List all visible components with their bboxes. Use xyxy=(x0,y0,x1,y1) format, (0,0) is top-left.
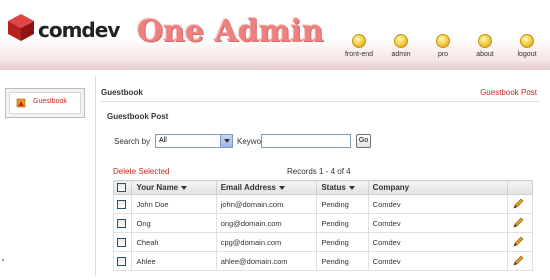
row-checkbox[interactable] xyxy=(117,237,126,247)
sidebar-item-inner: Guestbook xyxy=(9,92,81,114)
row-select-cell xyxy=(112,194,133,214)
column-email[interactable]: Email Address xyxy=(215,180,318,195)
row-checkbox[interactable] xyxy=(117,256,126,266)
cell-status: Pending xyxy=(316,251,369,271)
header-stripe xyxy=(0,62,550,70)
table-row: Ong ong@domain.com Pending Comdev xyxy=(112,213,533,233)
select-all-cell xyxy=(112,180,133,195)
row-select-cell xyxy=(112,232,133,252)
table-row: Ahlee ahlee@domain.com Pending Comdev xyxy=(112,251,533,271)
column-actions xyxy=(507,180,533,195)
table-row: John Doe john@domain.com Pending Comdev xyxy=(112,194,533,214)
cell-status: Pending xyxy=(316,194,369,214)
cell-name: Cheah xyxy=(131,232,217,252)
sort-icon xyxy=(348,185,355,190)
row-actions xyxy=(507,213,533,233)
cell-company: Comdev xyxy=(367,213,509,233)
cube-logo-icon xyxy=(8,14,34,41)
row-actions xyxy=(507,232,533,252)
nav-item-admin[interactable]: admin xyxy=(380,34,422,58)
column-label: Status xyxy=(321,183,346,192)
bulb-icon xyxy=(436,34,450,48)
edit-pencil-icon[interactable] xyxy=(512,236,524,248)
guestbook-table: Your Name Email Address Status Company J… xyxy=(112,180,533,271)
logo[interactable]: comdev xyxy=(6,10,120,44)
guestbook-post-link[interactable]: Guestbook Post xyxy=(480,88,537,97)
nav-item-front-end[interactable]: front-end xyxy=(338,34,380,58)
keywords-input[interactable] xyxy=(261,134,351,148)
column-label: Your Name xyxy=(136,183,179,192)
guestbook-icon xyxy=(16,98,26,108)
nav-label: admin xyxy=(391,51,411,58)
nav-label: about xyxy=(476,51,494,58)
breadcrumb-bar: Guestbook Guestbook Post xyxy=(100,86,540,102)
select-all-checkbox[interactable] xyxy=(117,183,126,193)
column-company: Company xyxy=(367,180,509,195)
row-checkbox[interactable] xyxy=(117,199,126,209)
delete-selected-link[interactable]: Delete Selected xyxy=(113,167,169,176)
row-actions xyxy=(507,251,533,271)
bulb-icon xyxy=(352,34,366,48)
nav-item-pro[interactable]: pro xyxy=(422,34,464,58)
cell-company: Comdev xyxy=(367,232,509,252)
cell-company: Comdev xyxy=(367,194,509,214)
go-button[interactable]: Go xyxy=(356,134,371,148)
sort-icon xyxy=(181,185,188,190)
edit-pencil-icon[interactable] xyxy=(512,217,524,229)
sidebar: Guestbook xyxy=(0,76,96,276)
column-status[interactable]: Status xyxy=(316,180,369,195)
bulb-icon xyxy=(394,34,408,48)
divider xyxy=(2,259,4,261)
page-title: Guestbook Post xyxy=(107,112,169,121)
cell-name: Ong xyxy=(131,213,217,233)
nav-item-about[interactable]: about xyxy=(464,34,506,58)
cell-email: ahlee@domain.com xyxy=(215,251,318,271)
cell-status: Pending xyxy=(316,213,369,233)
edit-pencil-icon[interactable] xyxy=(512,255,524,267)
bulb-icon xyxy=(520,34,534,48)
row-select-cell xyxy=(112,251,133,271)
top-nav: front-end admin pro about logout xyxy=(338,34,548,58)
row-select-cell xyxy=(112,213,133,233)
cell-name: John Doe xyxy=(131,194,217,214)
cell-company: Comdev xyxy=(367,251,509,271)
breadcrumb: Guestbook xyxy=(101,88,143,97)
row-actions xyxy=(507,194,533,214)
cell-status: Pending xyxy=(316,232,369,252)
search-by-value: All xyxy=(159,137,167,144)
cell-email: ong@domain.com xyxy=(215,213,318,233)
sort-icon xyxy=(278,185,285,190)
nav-label: front-end xyxy=(344,51,374,58)
brand-name: comdev xyxy=(38,18,120,42)
records-count: Records 1 - 4 of 4 xyxy=(287,167,351,176)
header: comdev One Admin front-end admin pro abo… xyxy=(0,0,550,70)
search-by-select[interactable]: All xyxy=(155,134,233,148)
nav-label: pro xyxy=(437,51,449,58)
app-title: One Admin xyxy=(137,14,324,49)
sidebar-item-label: Guestbook xyxy=(33,98,67,105)
bulb-icon xyxy=(478,34,492,48)
search-by-label: Search by xyxy=(114,137,151,146)
table-row: Cheah cpg@domain.com Pending Comdev xyxy=(112,232,533,252)
nav-item-logout[interactable]: logout xyxy=(506,34,548,58)
column-label: Email Address xyxy=(220,183,276,192)
sidebar-item-guestbook[interactable]: Guestbook xyxy=(5,88,85,118)
chevron-down-icon[interactable] xyxy=(220,135,232,147)
column-label: Company xyxy=(372,183,410,192)
table-header-row: Your Name Email Address Status Company xyxy=(112,180,533,195)
column-your-name[interactable]: Your Name xyxy=(131,180,217,195)
edit-pencil-icon[interactable] xyxy=(512,198,524,210)
cell-email: john@domain.com xyxy=(215,194,318,214)
nav-label: logout xyxy=(517,51,537,58)
main-content: Guestbook Guestbook Post Guestbook Post … xyxy=(100,76,546,280)
cell-email: cpg@domain.com xyxy=(215,232,318,252)
cell-name: Ahlee xyxy=(131,251,217,271)
row-checkbox[interactable] xyxy=(117,218,126,228)
